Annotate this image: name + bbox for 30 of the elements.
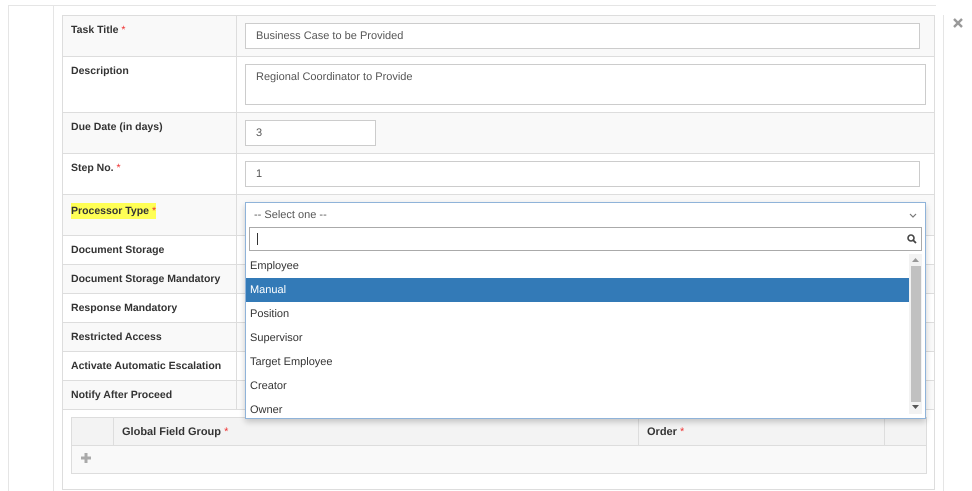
- text-field[interactable]: Business Case to be Provided: [245, 23, 920, 49]
- field-label: Step No. *: [71, 161, 121, 176]
- number-field[interactable]: 3: [245, 120, 376, 146]
- field-label: Activate Automatic Escalation: [71, 359, 222, 374]
- field-label: Document Storage: [71, 243, 164, 258]
- text-area[interactable]: Regional Coordinator to Provide: [245, 64, 926, 105]
- field-label: Due Date (in days): [71, 120, 163, 135]
- search-field[interactable]: [249, 227, 922, 251]
- chevron-down-icon: [909, 212, 917, 218]
- field-label: Response Mandatory: [71, 301, 178, 316]
- search-icon: [907, 234, 917, 244]
- column-header: Order *: [647, 426, 684, 438]
- field-label: Description: [71, 64, 129, 79]
- scroll-down-arrow-icon[interactable]: [912, 405, 919, 410]
- dropdown-option[interactable]: Owner: [246, 398, 909, 418]
- dropdown-option[interactable]: Employee: [246, 254, 909, 278]
- dropdown-option[interactable]: Creator: [246, 374, 909, 398]
- field-label: Task Title *: [71, 23, 126, 38]
- field-label: Processor Type *: [71, 203, 156, 219]
- close-icon[interactable]: [953, 18, 964, 28]
- text-field[interactable]: 1: [245, 161, 920, 187]
- dropdown-option[interactable]: Manual: [246, 278, 909, 302]
- dropdown-option[interactable]: Position: [246, 302, 909, 326]
- column-header: Global Field Group *: [122, 426, 228, 438]
- field-label: Restricted Access: [71, 330, 162, 345]
- add-icon[interactable]: [81, 453, 91, 463]
- scrollbar[interactable]: [909, 254, 922, 414]
- field-label: Document Storage Mandatory: [71, 272, 220, 287]
- field-label: Notify After Proceed: [71, 388, 172, 403]
- scroll-up-arrow-icon[interactable]: [912, 258, 919, 263]
